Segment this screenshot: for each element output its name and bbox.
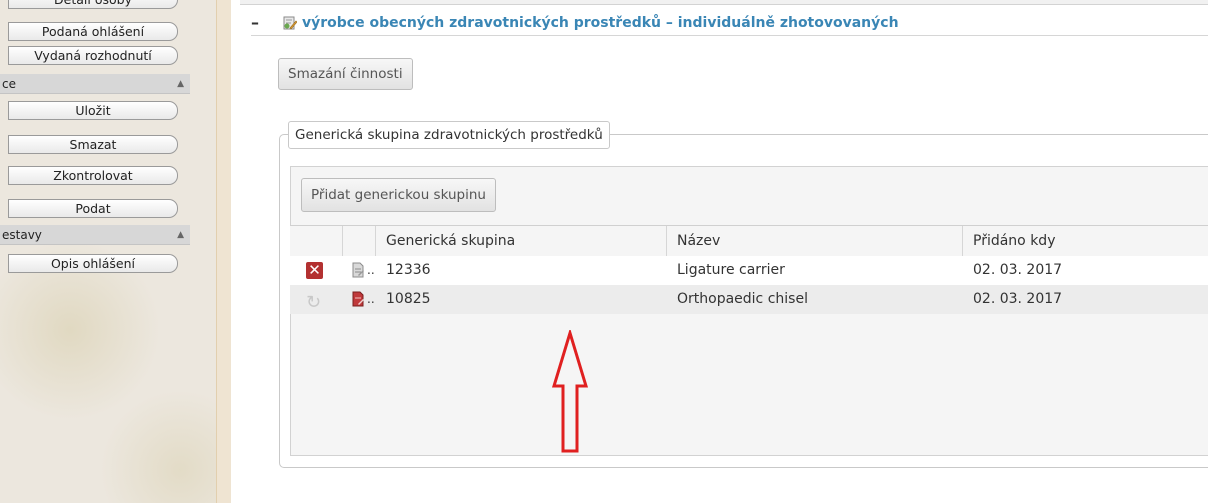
doc-cell: .. — [343, 285, 376, 314]
column-header-actions — [290, 226, 343, 257]
collapse-toggle-icon[interactable]: – — [251, 13, 259, 32]
group-code-cell: 12336 — [386, 262, 431, 278]
table-header: Generická skupina Název Přidáno kdy — [290, 225, 1208, 258]
name-cell: Orthopaedic chisel — [677, 291, 808, 307]
doc-label: .. — [367, 292, 375, 306]
name-cell: Ligature carrier — [677, 262, 785, 278]
report-copy-button[interactable]: Opis ohlášení — [8, 254, 178, 273]
document-icon[interactable] — [350, 262, 366, 278]
column-header-generic-group[interactable]: Generická skupina — [376, 226, 667, 257]
document-deleted-icon[interactable] — [350, 291, 366, 307]
section-header: – výrobce obecných zdravotnických prostř… — [251, 13, 1208, 36]
main-content: – výrobce obecných zdravotnických prostř… — [231, 0, 1208, 503]
sidebar-divider — [216, 0, 232, 503]
column-header-name[interactable]: Název — [667, 226, 963, 257]
delete-button[interactable]: Smazat — [8, 135, 178, 154]
action-cell: ✕ — [290, 256, 343, 285]
restore-icon[interactable]: ↻ — [306, 288, 321, 314]
producer-edit-icon — [283, 16, 297, 30]
top-divider — [240, 0, 1208, 5]
fieldset-legend: Generická skupina zdravotnických prostře… — [288, 121, 610, 149]
reports-section-label: estavy — [2, 228, 42, 242]
reports-section-header[interactable]: estavy ▲ — [0, 225, 190, 245]
doc-cell: .. — [343, 256, 376, 285]
doc-label: .. — [367, 263, 375, 277]
action-cell: ↻ — [290, 285, 343, 314]
person-detail-button[interactable]: Detail osoby — [8, 0, 178, 9]
delete-icon[interactable]: ✕ — [306, 262, 323, 279]
check-button[interactable]: Zkontrolovat — [8, 166, 178, 185]
section-title: výrobce obecných zdravotnických prostřed… — [302, 15, 899, 31]
collapse-caret-icon[interactable]: ▲ — [177, 74, 184, 94]
actions-section-header[interactable]: ce ▲ — [0, 74, 190, 94]
left-sidebar: Detail osoby Podaná ohlášení Vydaná rozh… — [0, 0, 216, 503]
column-header-doc — [343, 226, 376, 257]
table-row[interactable]: ↻ .. 10825 Orthopaedic chisel 02. 03. 20… — [290, 285, 1208, 314]
actions-section-label: ce — [2, 77, 16, 91]
table-row[interactable]: ✕ .. 12336 Ligature carrier 02. 03. 2017 — [290, 256, 1208, 285]
collapse-caret-icon[interactable]: ▲ — [177, 225, 184, 245]
issued-decisions-button[interactable]: Vydaná rozhodnutí — [8, 46, 178, 65]
added-date-cell: 02. 03. 2017 — [973, 262, 1063, 278]
save-button[interactable]: Uložit — [8, 101, 178, 120]
add-generic-group-button[interactable]: Přidat generickou skupinu — [301, 178, 496, 212]
added-date-cell: 02. 03. 2017 — [973, 291, 1063, 307]
submitted-reports-button[interactable]: Podaná ohlášení — [8, 22, 178, 41]
submit-button[interactable]: Podat — [8, 199, 178, 218]
annotation-arrow-icon — [551, 330, 589, 453]
delete-activity-button[interactable]: Smazání činnosti — [278, 58, 413, 90]
column-header-added[interactable]: Přidáno kdy — [963, 226, 1208, 257]
group-code-cell: 10825 — [386, 291, 431, 307]
